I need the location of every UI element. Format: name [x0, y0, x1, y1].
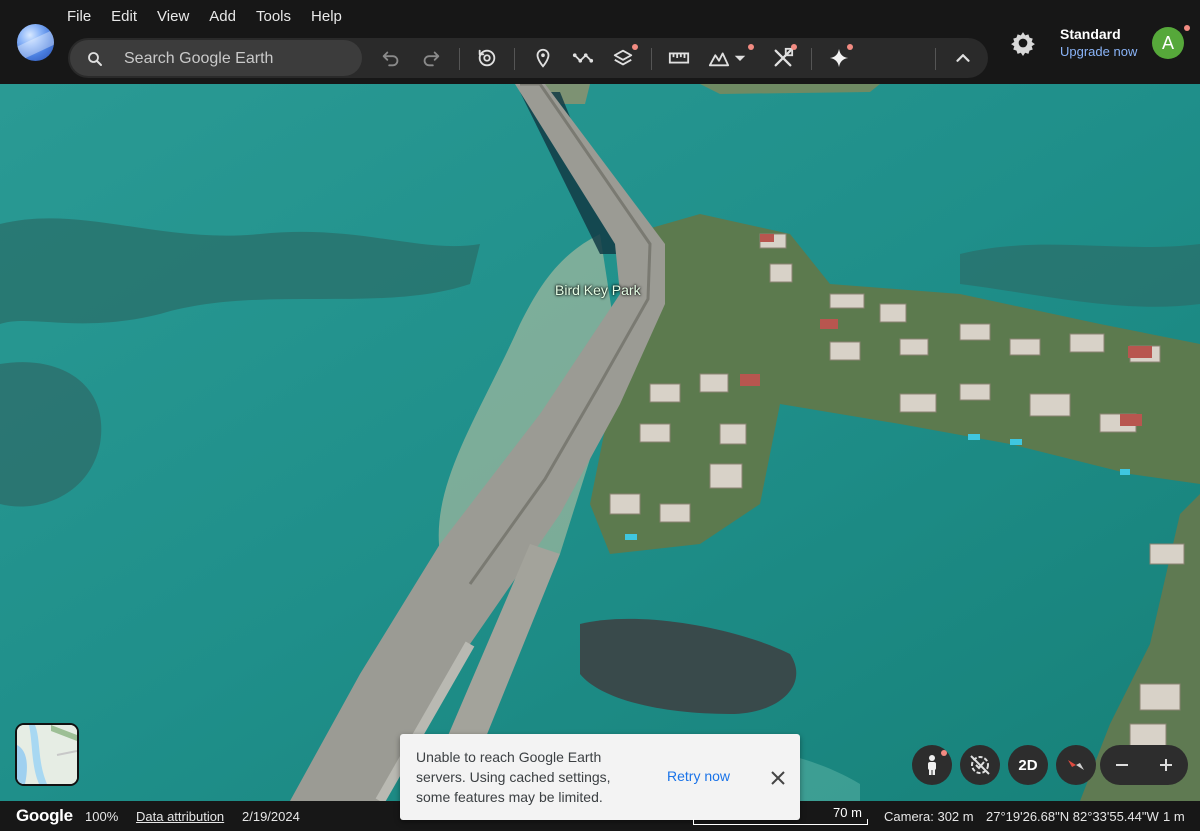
- menu-add[interactable]: Add: [199, 5, 246, 28]
- toolbar-divider: [651, 48, 652, 70]
- scale-bar: 70 m: [693, 805, 868, 827]
- coordinates: 27°19'26.68"N 82°33'55.44"W: [986, 809, 1159, 824]
- elevation-dropdown[interactable]: [731, 44, 749, 72]
- compass-icon: [1068, 760, 1084, 770]
- notification-dot: [941, 750, 947, 756]
- toolbar-divider: [811, 48, 812, 70]
- chevron-down-icon: [734, 55, 746, 61]
- layers-icon: [613, 49, 633, 66]
- plus-icon: [1160, 759, 1172, 771]
- notification-dot: [1184, 25, 1190, 31]
- tools-icon: [774, 47, 794, 67]
- notification-dot: [748, 44, 754, 50]
- notification-dot: [791, 44, 797, 50]
- toolbar-divider: [935, 48, 936, 70]
- scale-label: 70 m: [833, 805, 862, 820]
- person-icon: [928, 755, 936, 775]
- map-view[interactable]: Bird Key Park: [0, 84, 1200, 801]
- zoom-controls: [1100, 745, 1188, 785]
- add-path-button[interactable]: [569, 44, 597, 72]
- menu-bar: File Edit View Add Tools Help: [57, 5, 352, 28]
- google-earth-logo[interactable]: [17, 24, 54, 61]
- undo-icon: [382, 51, 399, 67]
- compass-button[interactable]: [1056, 745, 1096, 785]
- reset-view-icon: [970, 755, 990, 775]
- path-icon: [572, 53, 594, 63]
- search-icon[interactable]: [86, 50, 104, 68]
- elevation-button[interactable]: [705, 44, 733, 72]
- minimap[interactable]: [15, 723, 79, 786]
- gear-icon[interactable]: [1010, 30, 1036, 56]
- chevron-up-icon: [956, 54, 970, 62]
- placemark-icon: [536, 48, 550, 68]
- collapse-toolbar-button[interactable]: [949, 44, 977, 72]
- avatar[interactable]: A: [1152, 27, 1184, 59]
- search-box[interactable]: [70, 40, 362, 76]
- menu-tools[interactable]: Tools: [246, 5, 301, 28]
- measure-button[interactable]: [665, 44, 693, 72]
- close-icon[interactable]: [768, 768, 788, 788]
- zoom-out-button[interactable]: [1100, 745, 1144, 785]
- zoom-in-button[interactable]: [1144, 745, 1188, 785]
- notification-dot: [632, 44, 638, 50]
- toolbar-divider: [514, 48, 515, 70]
- top-bar: File Edit View Add Tools Help Search Goo…: [0, 0, 1200, 84]
- redo-icon: [423, 51, 440, 67]
- scale-line: [693, 819, 868, 825]
- search-input[interactable]: [122, 46, 356, 72]
- imagery-date: 2/19/2024: [242, 809, 300, 824]
- menu-edit[interactable]: Edit: [101, 5, 147, 28]
- toolbar-divider: [459, 48, 460, 70]
- minus-icon: [1116, 764, 1128, 766]
- retry-now-button[interactable]: Retry now: [667, 768, 730, 784]
- menu-view[interactable]: View: [147, 5, 199, 28]
- menu-file[interactable]: File: [57, 5, 101, 28]
- camera-altitude: Camera: 302 m: [884, 809, 974, 824]
- toast-message: Unable to reach Google Earth servers. Us…: [416, 749, 611, 805]
- satellite-imagery[interactable]: [0, 84, 1200, 801]
- toolbar: [68, 38, 988, 78]
- plan-name: Standard: [1060, 26, 1121, 42]
- minimap-thumbnail: [17, 725, 77, 784]
- view-2d-button[interactable]: 2D: [1008, 745, 1048, 785]
- gemini-icon: [829, 48, 849, 68]
- menu-help[interactable]: Help: [301, 5, 352, 28]
- place-label[interactable]: Bird Key Park: [555, 282, 641, 298]
- zoom-level: 100%: [85, 809, 119, 824]
- elevation-icon: [708, 52, 730, 67]
- add-placemark-button[interactable]: [529, 44, 557, 72]
- google-wordmark: Google: [16, 806, 73, 825]
- undo-button[interactable]: [377, 44, 405, 72]
- reset-tilt-button[interactable]: [960, 745, 1000, 785]
- measure-icon: [668, 52, 690, 64]
- history-button[interactable]: [473, 44, 501, 72]
- history-icon: [478, 49, 496, 67]
- data-attribution-link[interactable]: Data attribution: [136, 809, 224, 824]
- elevation: 1 m: [1163, 809, 1185, 824]
- upgrade-link[interactable]: Upgrade now: [1060, 44, 1137, 59]
- notification-dot: [847, 44, 853, 50]
- redo-button[interactable]: [417, 44, 445, 72]
